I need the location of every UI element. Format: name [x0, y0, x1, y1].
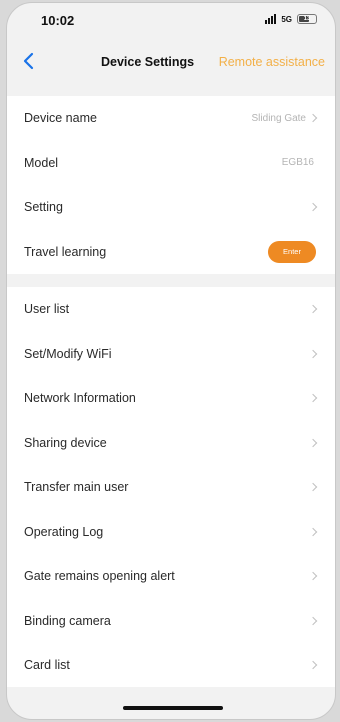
menu-item-operating-log[interactable]: Operating Log: [7, 510, 335, 555]
device-name-label: Device name: [24, 111, 97, 126]
menu-item-sharing-device[interactable]: Sharing device: [7, 421, 335, 466]
remote-assistance-link[interactable]: Remote assistance: [219, 55, 325, 69]
model-label: Model: [24, 155, 59, 170]
chevron-right-icon: [308, 438, 318, 447]
menu-item-label: Gate remains opening alert: [24, 569, 175, 584]
chevron-right-icon: [308, 349, 318, 358]
menu-item-user-list[interactable]: User list: [7, 287, 335, 332]
travel-learning-row: Travel learning Enter: [7, 230, 335, 275]
status-bar: 10:02 5G 13: [7, 3, 335, 37]
menu-item-card-list[interactable]: Card list: [7, 643, 335, 688]
chevron-right-icon: [308, 661, 318, 670]
signal-icon: [265, 14, 277, 24]
chevron-right-icon: [308, 572, 318, 581]
menu-item-label: Binding camera: [24, 613, 111, 628]
menu-item-set-modify-wifi[interactable]: Set/Modify WiFi: [7, 332, 335, 377]
setting-row[interactable]: Setting: [7, 185, 335, 230]
menu-item-label: Set/Modify WiFi: [24, 346, 112, 361]
menu-item-label: Sharing device: [24, 435, 107, 450]
chevron-right-icon: [308, 527, 318, 536]
nav-bar: Device Settings Remote assistance: [7, 47, 335, 77]
setting-label: Setting: [24, 200, 63, 215]
chevron-right-icon: [308, 483, 318, 492]
menu-item-binding-camera[interactable]: Binding camera: [7, 599, 335, 644]
phone-screen: 10:02 5G 13 Device Settings Remote assis…: [6, 2, 336, 720]
device-name-row[interactable]: Device name Sliding Gate: [7, 96, 335, 141]
device-info-group: Device name Sliding Gate Model EGB16 Set…: [7, 96, 335, 274]
page-title: Device Settings: [101, 55, 195, 69]
status-time: 10:02: [41, 13, 75, 28]
chevron-right-icon: [308, 394, 318, 403]
back-icon[interactable]: [21, 50, 39, 72]
device-name-value: Sliding Gate: [251, 112, 306, 124]
enter-button[interactable]: Enter: [268, 240, 316, 263]
menu-item-label: Transfer main user: [24, 480, 129, 495]
home-indicator[interactable]: [123, 706, 223, 710]
menu-item-label: Network Information: [24, 391, 136, 406]
menu-item-transfer-main-user[interactable]: Transfer main user: [7, 465, 335, 510]
menu-item-network-information[interactable]: Network Information: [7, 376, 335, 421]
chevron-right-icon: [308, 203, 318, 212]
battery-level: 13: [303, 16, 311, 22]
chevron-right-icon: [308, 114, 318, 123]
menu-item-gate-opening-alert[interactable]: Gate remains opening alert: [7, 554, 335, 599]
model-row: Model EGB16: [7, 141, 335, 186]
chevron-right-icon: [308, 616, 318, 625]
settings-menu-group: User list Set/Modify WiFi Network Inform…: [7, 287, 335, 687]
travel-learning-label: Travel learning: [24, 244, 107, 259]
menu-item-label: Operating Log: [24, 524, 104, 539]
battery-icon: 13: [297, 14, 317, 24]
network-type: 5G: [281, 14, 292, 24]
menu-item-label: Card list: [24, 658, 70, 673]
menu-item-label: User list: [24, 302, 70, 317]
chevron-right-icon: [308, 305, 318, 314]
model-value: EGB16: [281, 157, 314, 169]
status-indicators: 5G 13: [265, 14, 317, 24]
